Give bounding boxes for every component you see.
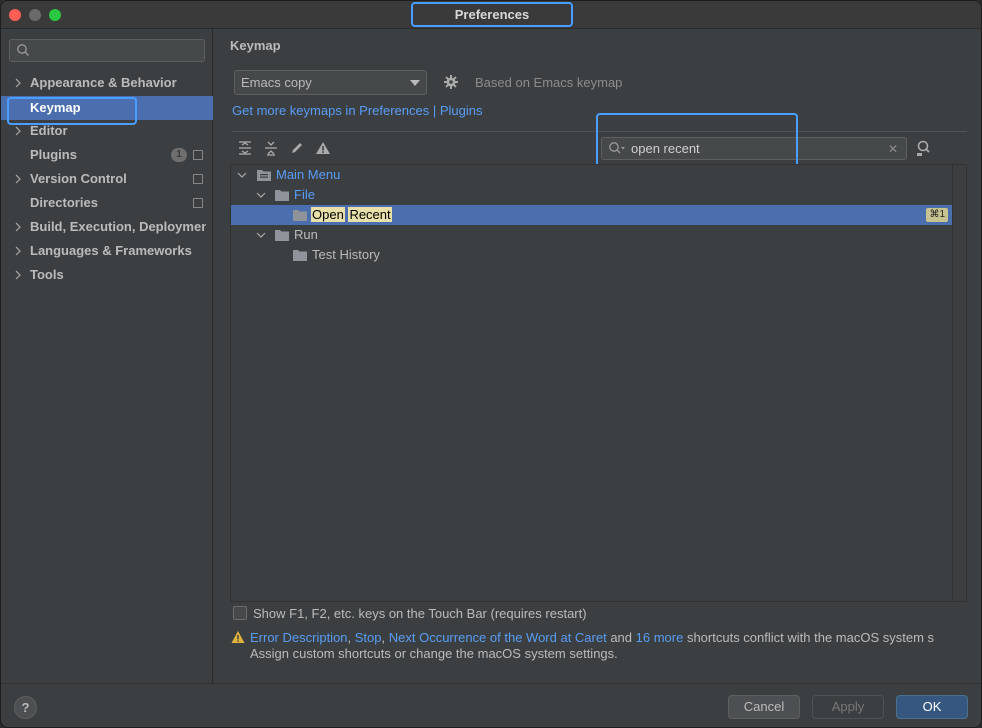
clear-search-icon[interactable]: ✕ xyxy=(888,142,898,156)
search-icon xyxy=(17,44,29,56)
folder-icon xyxy=(275,190,289,201)
tree-row-main-menu[interactable]: Main Menu xyxy=(231,165,966,185)
tree-row-open-recent[interactable]: Open Recent ⌘1 xyxy=(231,205,952,225)
warning-separator: , xyxy=(381,630,389,645)
dialog-footer: ? Cancel Apply OK xyxy=(1,683,981,727)
sidebar-search-input[interactable] xyxy=(9,39,205,62)
ok-button[interactable]: OK xyxy=(896,695,968,719)
chevron-right-icon xyxy=(15,174,21,184)
chevron-right-icon xyxy=(15,246,21,256)
warning-separator: , xyxy=(347,630,355,645)
sidebar-item-appearance-behavior[interactable]: Appearance & Behavior xyxy=(1,71,213,95)
folder-icon xyxy=(293,250,307,261)
gear-icon[interactable] xyxy=(443,74,459,90)
match-highlight: Recent xyxy=(348,207,392,222)
sidebar-item-label: Editor xyxy=(30,123,68,138)
warning-and: and xyxy=(606,630,636,645)
shortcut-badge: ⌘1 xyxy=(926,208,948,222)
settings-sidebar: Appearance & Behavior Keymap Editor Plug… xyxy=(1,29,213,683)
chevron-right-icon xyxy=(15,222,21,232)
warning-tail: shortcuts conflict with the macOS system… xyxy=(683,630,935,645)
tree-label: Main Menu xyxy=(276,167,341,182)
tree-label: File xyxy=(294,187,315,202)
touchbar-checkbox-label[interactable]: Show F1, F2, etc. keys on the Touch Bar … xyxy=(253,606,587,621)
tree-row-test-history[interactable]: Test History xyxy=(231,245,966,265)
sidebar-item-version-control[interactable]: Version Control xyxy=(1,167,213,191)
folder-icon xyxy=(293,210,307,221)
chevron-down-icon[interactable] xyxy=(256,190,266,200)
chevron-down-icon[interactable] xyxy=(256,230,266,240)
sidebar-item-label: Languages & Frameworks xyxy=(30,243,192,258)
keymap-panel: Keymap Emacs copy Based on Emacs keymap … xyxy=(214,29,981,683)
conflict-warning-text: Error Description, Stop, Next Occurrence… xyxy=(250,630,968,645)
sidebar-item-label: Keymap xyxy=(30,100,81,115)
edit-pencil-icon[interactable] xyxy=(289,140,305,156)
warning-icon xyxy=(231,631,245,643)
sidebar-item-label: Version Control xyxy=(30,171,127,186)
close-window-button[interactable] xyxy=(9,9,21,21)
conflict-link-more[interactable]: 16 more xyxy=(636,630,684,645)
maximize-window-button[interactable] xyxy=(49,9,61,21)
sidebar-item-keymap[interactable]: Keymap xyxy=(1,96,213,120)
sidebar-item-plugins[interactable]: Plugins 1 xyxy=(1,143,213,167)
tree-label: Test History xyxy=(312,247,380,262)
conflict-warning-hint: Assign custom shortcuts or change the ma… xyxy=(250,646,618,661)
keymap-action-tree[interactable]: Main Menu File Open Recent ⌘1 Run Test H… xyxy=(230,164,967,602)
minimize-window-button[interactable] xyxy=(29,9,41,21)
tree-scrollbar[interactable] xyxy=(952,165,966,601)
chevron-right-icon xyxy=(15,270,21,280)
based-on-label: Based on Emacs keymap xyxy=(475,75,623,90)
menu-folder-icon xyxy=(257,170,271,181)
tree-row-run[interactable]: Run xyxy=(231,225,966,245)
sidebar-item-label: Tools xyxy=(30,267,64,282)
sidebar-item-label: Appearance & Behavior xyxy=(30,75,177,90)
sidebar-item-editor[interactable]: Editor xyxy=(1,119,213,143)
page-title: Keymap xyxy=(230,38,281,53)
find-by-shortcut-icon[interactable] xyxy=(915,139,935,157)
conflict-link-next-occurrence[interactable]: Next Occurrence of the Word at Caret xyxy=(389,630,607,645)
folder-icon xyxy=(275,230,289,241)
conflict-link-stop[interactable]: Stop xyxy=(355,630,382,645)
conflicts-warning-icon[interactable] xyxy=(315,140,331,156)
keymap-select[interactable]: Emacs copy xyxy=(234,70,427,95)
tree-label: Open Recent xyxy=(311,205,392,225)
sidebar-item-tools[interactable]: Tools xyxy=(1,263,213,287)
tree-label: Run xyxy=(294,227,318,242)
chevron-down-icon[interactable] xyxy=(237,170,247,180)
sidebar-item-build-execution-deployment[interactable]: Build, Execution, Deployment xyxy=(1,215,213,239)
keymap-select-value: Emacs copy xyxy=(241,75,312,90)
help-button[interactable]: ? xyxy=(14,696,37,719)
update-count-badge: 1 xyxy=(171,148,187,162)
divider xyxy=(232,131,967,132)
sidebar-item-languages-frameworks[interactable]: Languages & Frameworks xyxy=(1,239,213,263)
tree-row-file[interactable]: File xyxy=(231,185,966,205)
project-settings-icon xyxy=(193,174,203,184)
action-search-input[interactable]: open recent ✕ xyxy=(601,137,907,160)
match-highlight: Open xyxy=(311,207,345,222)
cancel-button[interactable]: Cancel xyxy=(728,695,800,719)
project-settings-icon xyxy=(193,198,203,208)
expand-all-icon[interactable] xyxy=(237,140,253,156)
action-search-value: open recent xyxy=(631,141,700,156)
titlebar: Preferences xyxy=(1,1,981,29)
dropdown-arrow-icon xyxy=(410,80,420,86)
touchbar-checkbox[interactable] xyxy=(233,606,247,620)
apply-button[interactable]: Apply xyxy=(812,695,884,719)
preferences-window: Preferences Appearance & Behavior Keymap… xyxy=(0,0,982,728)
window-title: Preferences xyxy=(411,2,573,27)
collapse-all-icon[interactable] xyxy=(263,140,279,156)
search-icon xyxy=(609,142,625,154)
sidebar-item-directories[interactable]: Directories xyxy=(1,191,213,215)
project-settings-icon xyxy=(193,150,203,160)
chevron-right-icon xyxy=(15,126,21,136)
conflict-link-error-description[interactable]: Error Description xyxy=(250,630,348,645)
sidebar-item-label: Directories xyxy=(30,195,98,210)
chevron-right-icon xyxy=(15,78,21,88)
sidebar-item-label: Build, Execution, Deployment xyxy=(30,219,206,234)
get-more-keymaps-link[interactable]: Get more keymaps in Preferences | Plugin… xyxy=(232,103,483,118)
